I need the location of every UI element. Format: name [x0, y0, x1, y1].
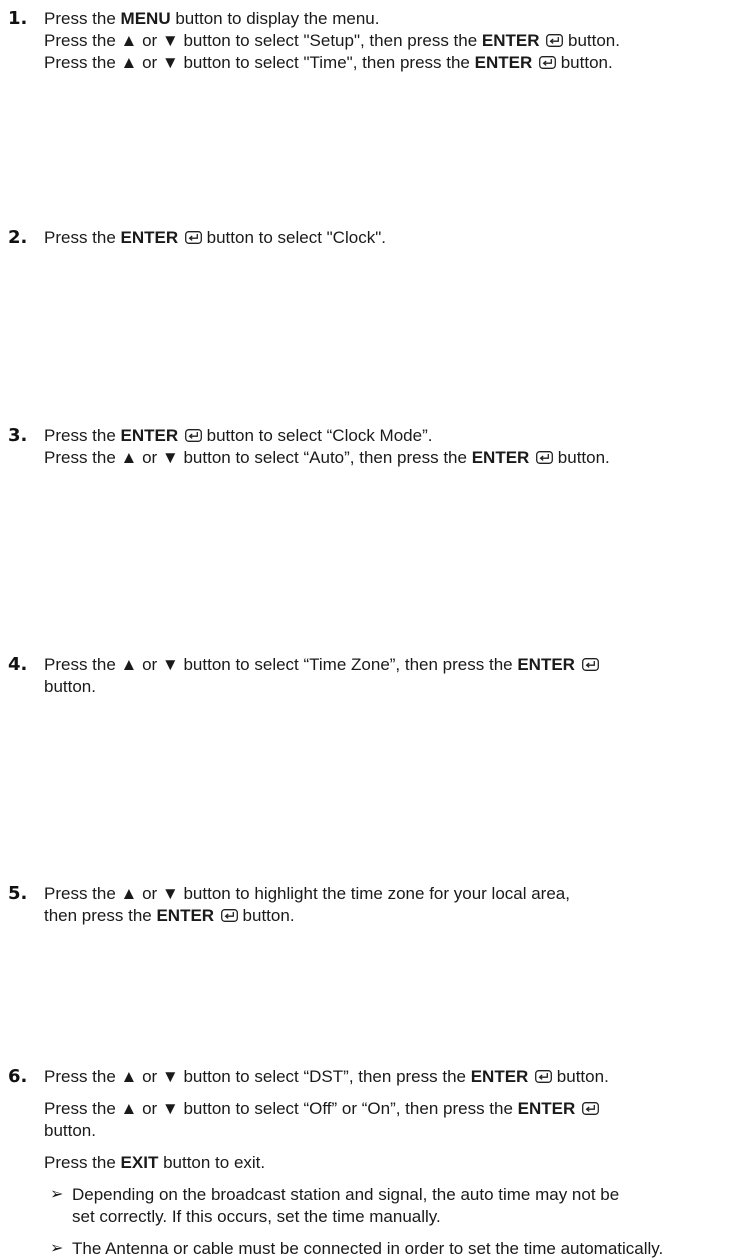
- instruction-line: Press the ▲ or ▼ button to select "Setup…: [44, 31, 620, 50]
- instruction-line: Press the ▲ or ▼ button to select “Off” …: [44, 1098, 754, 1120]
- step-number: 1.: [8, 8, 28, 29]
- enter-button-label: ENTER: [120, 426, 179, 445]
- enter-button-label: ENTER: [471, 448, 530, 467]
- enter-icon: [535, 1070, 552, 1083]
- enter-button-label: ENTER: [156, 906, 215, 925]
- instruction-line: Press the ▲ or ▼ button to highlight the…: [44, 884, 570, 903]
- enter-icon: [221, 909, 238, 922]
- instruction-line: Press the ▲ or ▼ button to select "Time"…: [44, 53, 613, 72]
- instruction-line: Press the ▲ or ▼ button to select “Time …: [44, 654, 754, 676]
- enter-button-label: ENTER: [474, 53, 533, 72]
- exit-button-label: EXIT: [120, 1153, 159, 1172]
- instruction-line: button.: [44, 1121, 96, 1140]
- step-body: Press the MENU button to display the men…: [44, 8, 754, 74]
- enter-button-label: ENTER: [517, 655, 575, 674]
- enter-button-label: ENTER: [481, 31, 540, 50]
- enter-icon: [536, 451, 553, 464]
- step-number: 4.: [8, 654, 28, 675]
- instruction-line: Press the MENU button to display the men…: [44, 9, 380, 28]
- step-body: Press the ▲ or ▼ button to highlight the…: [44, 883, 754, 927]
- step-body: Press the ENTER button to select “Clock …: [44, 425, 754, 469]
- enter-button-label: ENTER: [120, 228, 179, 247]
- enter-icon: [546, 34, 563, 47]
- enter-icon: [582, 658, 599, 671]
- instruction-line: Press the ENTER button to select "Clock"…: [44, 228, 386, 247]
- note-arrow-icon: ➢: [50, 1186, 64, 1203]
- instruction-line: Press the ▲ or ▼ button to select “DST”,…: [44, 1067, 609, 1086]
- enter-icon: [582, 1102, 599, 1115]
- menu-button-label: MENU: [120, 9, 171, 28]
- step-body: Press the ENTER button to select "Clock"…: [44, 227, 754, 249]
- instruction-line: Press the ▲ or ▼ button to select “Auto”…: [44, 448, 610, 467]
- step-number: 6.: [8, 1066, 28, 1087]
- instruction-line: then press the ENTER button.: [44, 906, 295, 925]
- step-body: Press the ▲ or ▼ button to select “Time …: [44, 654, 754, 698]
- enter-icon: [539, 56, 556, 69]
- note: ➢ Depending on the broadcast station and…: [50, 1185, 620, 1226]
- step-number: 5.: [8, 883, 28, 904]
- enter-icon: [185, 231, 202, 244]
- instruction-line: Press the EXIT button to exit.: [44, 1153, 266, 1172]
- instruction-line: Press the ENTER button to select “Clock …: [44, 426, 433, 445]
- step-number: 2.: [8, 227, 28, 248]
- enter-button-label: ENTER: [517, 1099, 576, 1118]
- step-body: Press the ▲ or ▼ button to select “DST”,…: [44, 1066, 754, 1260]
- enter-button-label: ENTER: [470, 1067, 529, 1086]
- enter-icon: [185, 429, 202, 442]
- step-number: 3.: [8, 425, 28, 446]
- instruction-line: button.: [44, 677, 96, 696]
